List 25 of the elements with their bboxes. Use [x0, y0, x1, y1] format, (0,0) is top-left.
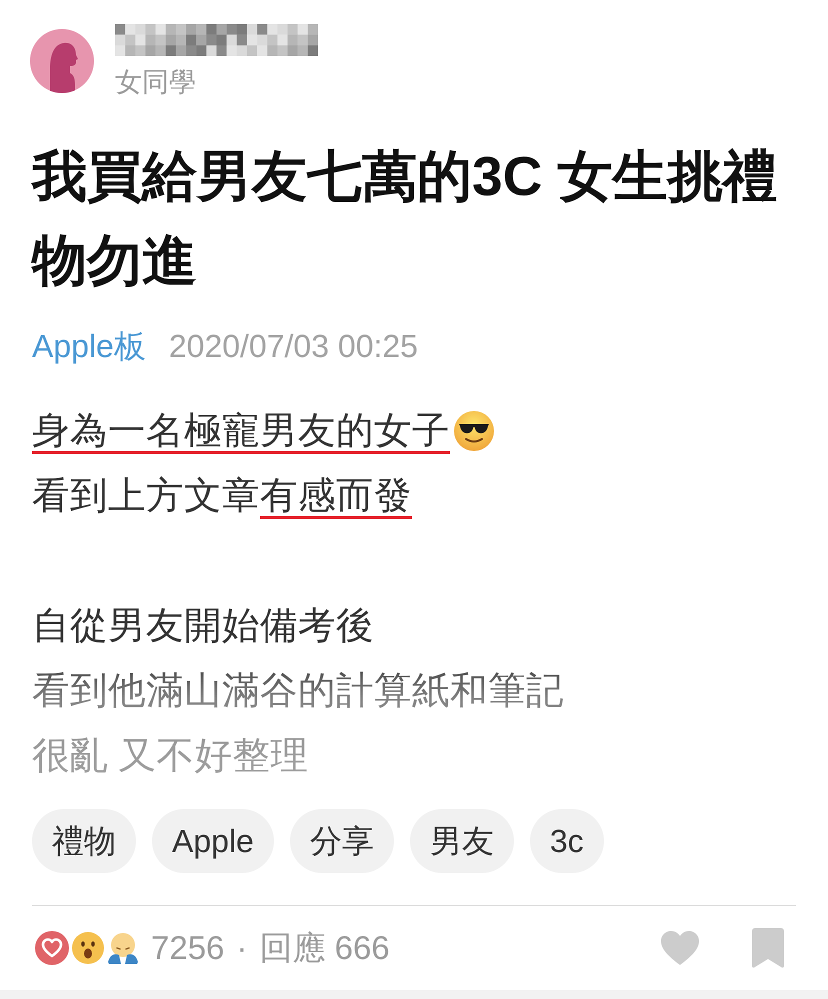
body-text: 看到他滿山滿谷的計算紙和筆記 [32, 668, 564, 713]
separator: · [236, 928, 248, 968]
post-title: 我買給男友七萬的3C 女生挑禮物勿進 [32, 144, 779, 293]
bookmark-icon [752, 928, 784, 968]
topic-tag[interactable]: 男友 [410, 809, 514, 873]
topic-tag[interactable]: 3c [530, 809, 604, 873]
reaction-count: 7256 [151, 928, 224, 968]
body-text: 很亂 又不好整理 [32, 733, 308, 778]
comment-count: 回應 666 [259, 928, 390, 968]
topic-tag[interactable]: Apple [152, 809, 274, 873]
heart-icon [660, 930, 700, 966]
like-button[interactable] [660, 930, 700, 966]
body-text: 看到上方文章有感而發 [32, 463, 412, 528]
body-text: 自從男友開始備考後 [32, 603, 374, 648]
sunglasses-face-icon [454, 410, 494, 450]
heart-reaction-icon [35, 931, 69, 965]
body-text: 身為一名極寵男友的女子 [32, 398, 450, 463]
topic-tag[interactable]: 禮物 [32, 809, 136, 873]
author-role: 女同學 [115, 66, 196, 98]
surprised-face-icon [72, 932, 104, 964]
bowing-figure-icon [107, 932, 139, 964]
bookmark-button[interactable] [752, 928, 784, 968]
topic-tag[interactable]: 分享 [290, 809, 394, 873]
avatar-icon [30, 29, 94, 93]
post-timestamp: 2020/07/03 00:25 [168, 327, 418, 366]
